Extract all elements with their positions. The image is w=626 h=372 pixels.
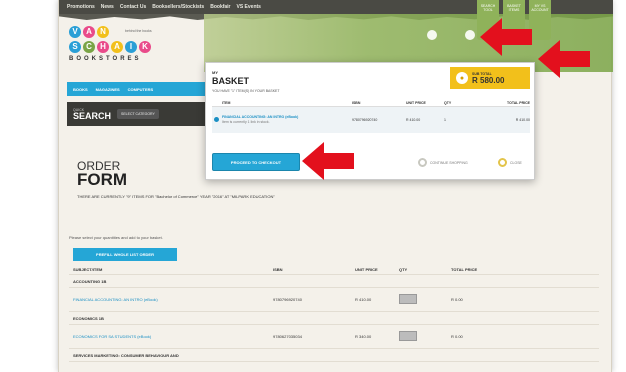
table-row: FINANCIAL ACCOUNTING: AN INTRO (eBook) 9…	[69, 288, 599, 312]
nav-item-books[interactable]: BOOKS	[73, 87, 88, 92]
quantity-hint: Please select your quantities and add to…	[69, 235, 163, 240]
subtotal-text: SUB TOTAL R 580.00	[472, 72, 504, 85]
logo-letter: I	[125, 41, 137, 53]
basket-col-total: TOTAL PRICE	[507, 100, 530, 105]
continue-icon	[418, 158, 427, 167]
vanschaik-logo: V A N behind the books S C H A I K BOOKS…	[69, 26, 179, 78]
main-nav: BOOKS MAGAZINES COMPUTERS	[67, 82, 205, 96]
top-link-promotions[interactable]: Promotions	[67, 4, 95, 10]
basket-col-item: ITEM	[222, 100, 231, 105]
basket-item-unit: R 410.00	[406, 118, 421, 122]
subtotal-badge: ● SUB TOTAL R 580.00	[450, 67, 530, 89]
annotation-arrow-account	[538, 40, 590, 78]
basket-title: BASKET	[212, 76, 250, 86]
order-table-header: SUBJECT/ITEM ISBN UNIT PRICE QTY TOTAL P…	[69, 265, 599, 275]
logo-letter: K	[139, 41, 151, 53]
basket-item-info: FINANCIAL ACCOUNTING: AN INTRO (eBook) I…	[212, 115, 352, 125]
item-total: R 0.00	[451, 297, 463, 302]
basket-icon[interactable]	[465, 30, 475, 40]
basket-col-qty: QTY	[444, 100, 452, 105]
logo-letter: C	[83, 41, 95, 53]
logo-subtitle: BOOKSTORES	[69, 56, 142, 62]
close-icon	[498, 158, 507, 167]
basket-count: YOU HAVE "1" ITEM(S) IN YOUR BASKET	[212, 89, 280, 93]
lock-icon: ●	[456, 72, 468, 84]
top-link-events[interactable]: VS Events	[237, 4, 261, 10]
order-description: THERE ARE CURRENTLY "9" ITEMS FOR "Bache…	[77, 194, 275, 199]
continue-label: CONTINUE SHOPPING	[430, 160, 468, 165]
qty-cell	[399, 331, 451, 342]
item-isbn: 9780627035034	[273, 334, 302, 339]
logo-letter: N	[97, 26, 109, 38]
top-link-news[interactable]: News	[101, 4, 114, 10]
subtotal-value: R 580.00	[472, 75, 505, 85]
nav-item-magazines[interactable]: MAGAZINES	[96, 87, 120, 92]
basket-table-header: ITEM ISBN UNIT PRICE QTY TOTAL PRICE	[212, 99, 530, 107]
item-total: R 0.00	[451, 334, 463, 339]
tab-search-label: SEARCH TOOL	[480, 4, 496, 12]
logo-letter: A	[111, 41, 123, 53]
table-row: ECONOMICS FOR SA STUDENTS (eBook) 978062…	[69, 325, 599, 349]
proceed-to-checkout-button[interactable]: PROCEED TO CHECKOUT	[212, 153, 300, 171]
order-form-title: ORDER FORM	[77, 160, 128, 189]
item-unit-price: R 340.00	[355, 334, 372, 339]
logo-bottom-row: S C H A I K	[69, 41, 179, 53]
annotation-arrow-checkout	[302, 142, 354, 180]
top-link-contact[interactable]: Contact Us	[120, 4, 146, 10]
basket-item-total: R 410.00	[515, 118, 530, 122]
basket-col-unit: UNIT PRICE	[406, 100, 426, 105]
qty-cell	[399, 294, 451, 305]
quick-search: QUICK SEARCH SELECT CATEGORY	[67, 102, 205, 126]
top-link-bookfair[interactable]: Bookfair	[210, 4, 230, 10]
logo-letter: S	[69, 41, 81, 53]
col-unit-price: UNIT PRICE	[355, 267, 378, 272]
item-isbn: 9780796920740	[273, 297, 302, 302]
prefill-order-button[interactable]: PREFILL WHOLE LIST ORDER	[73, 248, 177, 261]
top-link-stockists[interactable]: Booksellers/Stockists	[152, 4, 204, 10]
logo-letter: H	[97, 41, 109, 53]
basket-heading: MY BASKET	[212, 69, 250, 86]
search-tool-icon[interactable]	[427, 30, 437, 40]
close-label: CLOSE	[510, 160, 522, 165]
tab-account-label: MY VS ACCOUNT	[531, 4, 549, 12]
col-total: TOTAL PRICE	[451, 267, 478, 272]
annotation-arrow-basket	[480, 18, 532, 56]
screenshot-frame: Promotions News Contact Us Booksellers/S…	[0, 0, 626, 372]
qty-input[interactable]	[399, 331, 417, 341]
col-isbn: ISBN	[273, 267, 283, 272]
basket-col-isbn: ISBN	[352, 100, 361, 105]
basket-popup: MY BASKET YOU HAVE "1" ITEM(S) IN YOUR B…	[205, 62, 535, 180]
col-qty: QTY	[399, 267, 408, 272]
section-heading: SERVICES MARKETING: CONSUMER BEHAVIOUR A…	[69, 349, 599, 362]
logo-letter: A	[83, 26, 95, 38]
nav-item-computers[interactable]: COMPUTERS	[128, 87, 154, 92]
item-bullet-icon	[214, 117, 219, 122]
logo-tagline: behind the books	[125, 29, 152, 33]
qty-input[interactable]	[399, 294, 417, 304]
basket-item-note: Item is currently 1 link in stock.	[222, 120, 270, 124]
logo-letter: V	[69, 26, 81, 38]
continue-shopping-link[interactable]: CONTINUE SHOPPING	[418, 158, 468, 167]
quick-search-heading: QUICK SEARCH	[73, 108, 111, 121]
category-select[interactable]: SELECT CATEGORY	[117, 109, 159, 119]
item-unit-price: R 410.00	[355, 297, 372, 302]
logo-top-row: V A N	[69, 26, 179, 38]
basket-item-qty[interactable]: 1	[444, 118, 468, 122]
basket-table: ITEM ISBN UNIT PRICE QTY TOTAL PRICE FIN…	[212, 99, 530, 133]
basket-item-isbn: 9780796920740	[352, 118, 378, 122]
section-heading: ECONOMICS 1B	[69, 312, 599, 325]
search-label: SEARCH	[73, 110, 112, 121]
section-heading: ACCOUNTING 1B	[69, 275, 599, 288]
col-subject: SUBJECT/ITEM	[73, 267, 103, 272]
basket-item-row: FINANCIAL ACCOUNTING: AN INTRO (eBook) I…	[212, 107, 530, 133]
item-title-link[interactable]: FINANCIAL ACCOUNTING: AN INTRO (eBook)	[69, 297, 273, 302]
order-title-line2: FORM	[77, 170, 128, 189]
item-title-link[interactable]: ECONOMICS FOR SA STUDENTS (eBook)	[69, 334, 273, 339]
tab-basket-label: BASKET ITEMS	[507, 4, 521, 12]
order-table: SUBJECT/ITEM ISBN UNIT PRICE QTY TOTAL P…	[69, 265, 599, 362]
close-basket-link[interactable]: CLOSE	[498, 158, 522, 167]
